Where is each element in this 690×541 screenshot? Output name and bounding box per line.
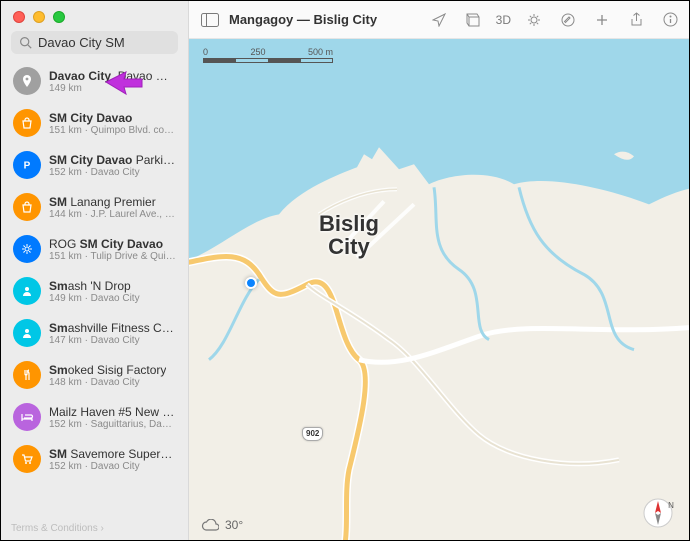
- result-subtitle: 151 km · Tulip Drive & Quimpo Boulevard…: [49, 251, 176, 262]
- result-category-icon: [13, 235, 41, 263]
- result-title: Smoked Sisig Factory: [49, 363, 166, 377]
- city-label: BisligCity: [319, 212, 379, 258]
- result-subtitle: 151 km · Quimpo Blvd. cor. Tulip and Eco…: [49, 125, 176, 136]
- current-location-dot: [245, 277, 257, 289]
- result-title: Mailz Haven #5 New Homey Apart…: [49, 405, 176, 419]
- location-icon[interactable]: [428, 9, 450, 31]
- add-icon[interactable]: [591, 9, 613, 31]
- page-title: Mangagoy — Bislig City: [229, 12, 377, 27]
- result-subtitle: 148 km · Davao City: [49, 377, 166, 388]
- search-result[interactable]: Smash 'N Drop149 km · Davao City: [5, 270, 184, 312]
- search-result[interactable]: Smashville Fitness Center147 km · Davao …: [5, 312, 184, 354]
- toolbar: Mangagoy — Bislig City 3D: [189, 1, 689, 39]
- cloud-icon: [201, 519, 219, 532]
- weather-temp: 30°: [225, 518, 243, 532]
- weather-widget[interactable]: 30°: [201, 518, 243, 532]
- compass[interactable]: N: [641, 496, 675, 530]
- result-subtitle: 149 km: [49, 83, 176, 94]
- search-result[interactable]: ROG SM City Davao151 km · Tulip Drive & …: [5, 228, 184, 270]
- sidebar: Davao City, Davao Del Sur, Philippi…149 …: [1, 1, 189, 540]
- result-category-icon: [13, 361, 41, 389]
- result-title: SM City Davao Parking Lot: [49, 153, 176, 167]
- result-category-icon: [13, 319, 41, 347]
- result-subtitle: 149 km · Davao City: [49, 293, 140, 304]
- search-result[interactable]: SM Lanang Premier144 km · J.P. Laurel Av…: [5, 186, 184, 228]
- result-category-icon: P: [13, 151, 41, 179]
- map-layers-icon[interactable]: [462, 9, 484, 31]
- window-controls: [1, 1, 188, 31]
- result-category-icon: [13, 109, 41, 137]
- sidebar-toggle-icon[interactable]: [199, 9, 221, 31]
- three-d-toggle[interactable]: 3D: [496, 13, 511, 27]
- main-area: Mangagoy — Bislig City 3D: [189, 1, 689, 540]
- maximize-window[interactable]: [53, 11, 65, 23]
- result-category-icon: [13, 193, 41, 221]
- result-category-icon: [13, 445, 41, 473]
- svg-text:P: P: [24, 161, 31, 172]
- svg-text:N: N: [668, 501, 674, 510]
- result-subtitle: 152 km · Saguittarius, Davao City: [49, 419, 176, 430]
- minimize-window[interactable]: [33, 11, 45, 23]
- result-title: SM Savemore Supermarket: [49, 447, 176, 461]
- search-result[interactable]: Davao City, Davao Del Sur, Philippi…149 …: [5, 60, 184, 102]
- search-result[interactable]: SM City Davao151 km · Quimpo Blvd. cor. …: [5, 102, 184, 144]
- search-result[interactable]: P SM City Davao Parking Lot152 km · Davao…: [5, 144, 184, 186]
- terms-link[interactable]: Terms & Conditions ›: [11, 523, 104, 534]
- search-input[interactable]: [38, 35, 214, 50]
- result-subtitle: 144 km · J.P. Laurel Ave., Davao City: [49, 209, 176, 220]
- search-result[interactable]: SM Savemore Supermarket152 km · Davao Ci…: [5, 438, 184, 480]
- result-subtitle: 147 km · Davao City: [49, 335, 176, 346]
- route-shield: 902: [302, 427, 323, 441]
- annotate-icon[interactable]: [557, 9, 579, 31]
- result-category-icon: [13, 403, 41, 431]
- result-title: Smashville Fitness Center: [49, 321, 176, 335]
- result-title: SM Lanang Premier: [49, 195, 176, 209]
- search-result[interactable]: Mailz Haven #5 New Homey Apart…152 km · …: [5, 396, 184, 438]
- search-field[interactable]: [11, 31, 178, 54]
- settings-icon[interactable]: [523, 9, 545, 31]
- result-title: ROG SM City Davao: [49, 237, 176, 251]
- result-title: Smash 'N Drop: [49, 279, 140, 293]
- inspect-icon[interactable]: [659, 9, 681, 31]
- map-canvas[interactable]: 0 250 500 m BisligCity 902: [189, 39, 689, 540]
- search-result[interactable]: Smoked Sisig Factory148 km · Davao City: [5, 354, 184, 396]
- scale-bar: 0 250 500 m: [203, 47, 333, 63]
- result-subtitle: 152 km · Davao City: [49, 461, 176, 472]
- share-icon[interactable]: [625, 9, 647, 31]
- result-subtitle: 152 km · Davao City: [49, 167, 176, 178]
- search-icon: [19, 36, 32, 49]
- result-category-icon: [13, 277, 41, 305]
- result-title: Davao City, Davao Del Sur, Philippi…: [49, 69, 176, 83]
- result-title: SM City Davao: [49, 111, 176, 125]
- close-window[interactable]: [13, 11, 25, 23]
- result-category-icon: [13, 67, 41, 95]
